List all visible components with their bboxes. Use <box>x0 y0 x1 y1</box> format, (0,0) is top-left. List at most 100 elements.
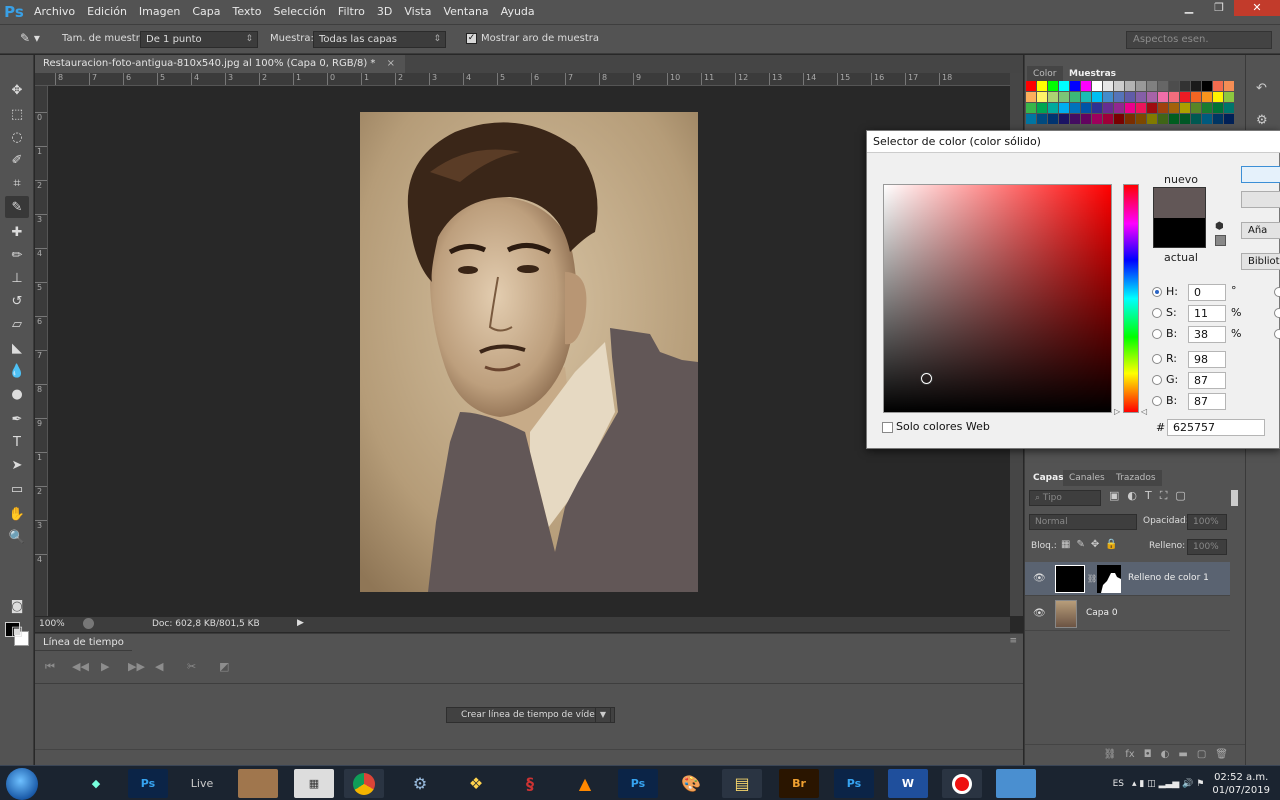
swatch-cell[interactable] <box>1213 114 1223 124</box>
opacity-input[interactable]: 100% <box>1187 514 1227 530</box>
swatch-cell[interactable] <box>1059 81 1069 91</box>
swatch-cell[interactable] <box>1191 103 1201 113</box>
menu-capa[interactable]: Capa <box>186 0 226 24</box>
swatches-grid[interactable] <box>1026 81 1234 124</box>
swatch-cell[interactable] <box>1125 114 1135 124</box>
swatch-cell[interactable] <box>1213 103 1223 113</box>
swatch-cell[interactable] <box>1092 92 1102 102</box>
sample-select[interactable]: Todas las capas <box>313 31 446 48</box>
menu-vista[interactable]: Vista <box>398 0 437 24</box>
taskbar-calendar-icon[interactable]: ▦ <box>294 769 334 798</box>
swatch-cell[interactable] <box>1037 114 1047 124</box>
radio-l[interactable] <box>1274 287 1280 297</box>
adjustment-layer-icon[interactable]: ◐ <box>1161 749 1170 760</box>
history-panel-icon[interactable]: ↶ <box>1256 81 1267 96</box>
show-ring-checkbox[interactable]: ✓ <box>466 33 477 44</box>
delete-layer-icon[interactable]: 🗑 <box>1215 749 1228 760</box>
radio-s[interactable] <box>1152 308 1162 318</box>
swatch-cell[interactable] <box>1070 103 1080 113</box>
swatch-cell[interactable] <box>1180 103 1190 113</box>
swatch-cell[interactable] <box>1169 81 1179 91</box>
swatch-cell[interactable] <box>1136 103 1146 113</box>
hex-input[interactable]: 625757 <box>1167 419 1265 436</box>
swatch-cell[interactable] <box>1103 103 1113 113</box>
menu-ayuda[interactable]: Ayuda <box>495 0 541 24</box>
radio-r[interactable] <box>1152 354 1162 364</box>
taskbar-chrome-icon[interactable] <box>344 769 384 798</box>
hand-tool-icon[interactable]: ✋ <box>5 503 29 525</box>
swatch-cell[interactable] <box>1213 81 1223 91</box>
taskbar-word[interactable]: W <box>888 769 928 798</box>
taskbar-photo-app[interactable] <box>238 769 278 798</box>
swatch-cell[interactable] <box>1224 92 1234 102</box>
pen-tool-icon[interactable]: ✒ <box>5 408 29 430</box>
link-layers-icon[interactable]: ⛓ <box>1104 749 1117 760</box>
swatch-cell[interactable] <box>1147 103 1157 113</box>
marquee-tool-icon[interactable]: ⬚ <box>5 103 29 125</box>
paint-bucket-tool-icon[interactable]: ◣ <box>5 337 29 359</box>
swatch-cell[interactable] <box>1158 103 1168 113</box>
move-tool-icon[interactable]: ✥ <box>5 79 29 101</box>
blur-tool-icon[interactable]: 💧 <box>5 360 29 382</box>
layer-name[interactable]: Relleno de color 1 <box>1128 573 1209 583</box>
status-icon[interactable] <box>83 618 94 629</box>
fill-input[interactable]: 100% <box>1187 539 1227 555</box>
visibility-eye-icon[interactable]: 👁 <box>1033 573 1046 585</box>
swatch-cell[interactable] <box>1125 92 1135 102</box>
split-icon[interactable]: ✂ <box>187 660 196 673</box>
swatch-cell[interactable] <box>1092 81 1102 91</box>
swatch-cell[interactable] <box>1103 81 1113 91</box>
taskbar-app-icon[interactable]: ◆ <box>76 769 116 798</box>
swatch-cell[interactable] <box>1026 114 1036 124</box>
menu-3d[interactable]: 3D <box>371 0 398 24</box>
previous-frame-icon[interactable]: ◀◀ <box>72 660 89 673</box>
zoom-tool-icon[interactable]: 🔍 <box>5 526 29 548</box>
eyedropper-tool-icon[interactable]: ✎ <box>5 196 29 218</box>
swatch-cell[interactable] <box>1224 81 1234 91</box>
dodge-tool-icon[interactable]: ● <box>5 383 29 405</box>
menu-filtro[interactable]: Filtro <box>332 0 371 24</box>
swatch-cell[interactable] <box>1191 114 1201 124</box>
taskbar-recorder-icon[interactable] <box>942 769 982 798</box>
s-input[interactable]: 11 <box>1188 305 1226 322</box>
swatch-cell[interactable] <box>1125 81 1135 91</box>
zoom-level[interactable]: 100% <box>39 619 65 629</box>
swatch-cell[interactable] <box>1158 92 1168 102</box>
color-libraries-button[interactable]: Bibliot <box>1241 253 1280 270</box>
r-input[interactable]: 98 <box>1188 351 1226 368</box>
clone-stamp-tool-icon[interactable]: ⊥ <box>5 267 29 289</box>
swatch-cell[interactable] <box>1059 92 1069 102</box>
swatch-cell[interactable] <box>1191 81 1201 91</box>
taskbar-vlc-icon[interactable]: ▲ <box>565 769 605 798</box>
swatch-cell[interactable] <box>1103 92 1113 102</box>
menu-ventana[interactable]: Ventana <box>437 0 494 24</box>
close-tab-icon[interactable]: × <box>387 58 395 69</box>
blue-input[interactable]: 87 <box>1188 393 1226 410</box>
swatch-cell[interactable] <box>1026 92 1036 102</box>
brush-tool-icon[interactable]: ✏ <box>5 244 29 266</box>
start-button[interactable] <box>6 768 38 800</box>
swatch-cell[interactable] <box>1103 114 1113 124</box>
g-input[interactable]: 87 <box>1188 372 1226 389</box>
taskbar-photoshop-2[interactable]: Ps <box>618 769 658 798</box>
web-colors-only-checkbox[interactable] <box>882 422 893 433</box>
b-input[interactable]: 38 <box>1188 326 1226 343</box>
lasso-tool-icon[interactable]: ◌ <box>5 126 29 148</box>
taskbar-paint-icon[interactable]: 🎨 <box>671 769 711 798</box>
layer-row-fill[interactable]: 👁 ⛓ Relleno de color 1 <box>1025 562 1230 596</box>
swatch-cell[interactable] <box>1048 103 1058 113</box>
menu-texto[interactable]: Texto <box>227 0 268 24</box>
tab-paths[interactable]: Trazados <box>1110 470 1162 486</box>
add-to-swatches-button[interactable]: Aña <box>1241 222 1280 239</box>
layer-filter-icons[interactable]: ▣◐T⛶▢ <box>1109 489 1194 503</box>
sample-size-select[interactable]: De 1 punto <box>140 31 258 48</box>
timeline-menu-icon[interactable]: ≡ <box>1009 636 1017 646</box>
quick-mask-icon[interactable]: ◙ <box>5 595 29 617</box>
swatch-cell[interactable] <box>1213 92 1223 102</box>
play-icon[interactable]: ▶ <box>101 660 109 673</box>
swatch-cell[interactable] <box>1202 114 1212 124</box>
restore-button[interactable]: ❐ <box>1204 0 1234 16</box>
swatch-cell[interactable] <box>1081 103 1091 113</box>
swatch-cell[interactable] <box>1059 103 1069 113</box>
swatch-cell[interactable] <box>1037 103 1047 113</box>
